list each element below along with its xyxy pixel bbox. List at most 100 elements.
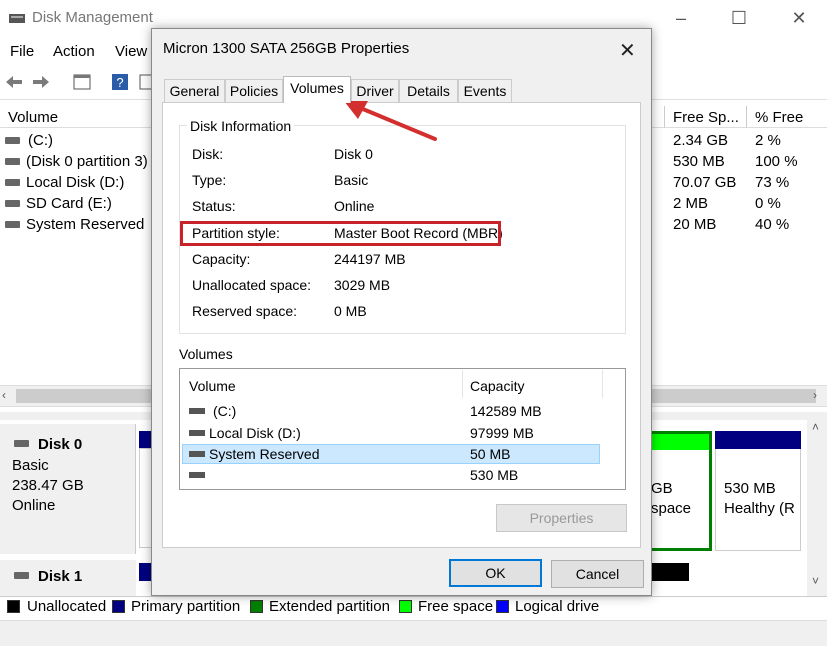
volume-row-pct: 73 % bbox=[755, 174, 790, 191]
tab-events[interactable]: Events bbox=[458, 79, 512, 102]
dialog-close-icon[interactable]: ✕ bbox=[619, 38, 636, 63]
legend-swatch-free bbox=[399, 600, 412, 613]
legend-label: Free space bbox=[418, 598, 494, 615]
ok-button[interactable]: OK bbox=[449, 559, 542, 587]
info-label: Reserved space: bbox=[192, 303, 298, 319]
drive-icon bbox=[5, 158, 20, 165]
info-value: Online bbox=[334, 198, 375, 214]
scroll-right-icon[interactable]: › bbox=[813, 388, 817, 402]
volumes-column-volume[interactable]: Volume bbox=[189, 378, 236, 394]
volume-name[interactable]: System Reserved bbox=[209, 446, 319, 462]
tab-policies[interactable]: Policies bbox=[225, 79, 283, 102]
partition-panel-size: GB bbox=[651, 480, 673, 497]
volume-row-name[interactable]: System Reserved bbox=[26, 216, 144, 233]
minimize-button[interactable]: – bbox=[666, 6, 696, 30]
volume-row-name[interactable]: SD Card (E:) bbox=[26, 195, 112, 212]
drive-icon bbox=[5, 221, 20, 228]
disk-information-title: Disk Information bbox=[187, 118, 295, 134]
close-window-button[interactable]: ✕ bbox=[784, 6, 814, 30]
volume-row-name[interactable]: (Disk 0 partition 3) bbox=[26, 153, 148, 170]
legend-swatch-primary bbox=[112, 600, 125, 613]
volume-row-name[interactable]: Local Disk (D:) bbox=[26, 174, 124, 191]
info-value: 244197 MB bbox=[334, 251, 406, 267]
help-icon[interactable]: ? bbox=[110, 72, 130, 92]
disk0-name: Disk 0 bbox=[38, 436, 83, 453]
vertical-scrollbar[interactable] bbox=[807, 420, 827, 596]
volume-capacity: 142589 MB bbox=[470, 403, 542, 419]
drive-icon bbox=[189, 451, 205, 457]
info-label: Status: bbox=[192, 198, 236, 214]
partition-style-highlight bbox=[180, 221, 501, 246]
scroll-left-icon[interactable]: ‹ bbox=[2, 388, 6, 402]
volume-row-pct: 40 % bbox=[755, 216, 790, 233]
legend-label: Logical drive bbox=[515, 598, 600, 615]
column-free-space[interactable]: Free Sp... bbox=[673, 109, 739, 126]
disk0-size: 238.47 GB bbox=[12, 477, 84, 494]
info-value: 3029 MB bbox=[334, 277, 391, 293]
disk-management-icon bbox=[9, 14, 25, 23]
drive-icon bbox=[5, 179, 20, 186]
free-space-bar bbox=[651, 434, 709, 450]
legend-label: Primary partition bbox=[131, 598, 241, 615]
forward-arrow-icon[interactable] bbox=[31, 72, 51, 92]
volume-row-pct: 0 % bbox=[755, 195, 781, 212]
disk-icon bbox=[14, 440, 29, 447]
volume-properties-button[interactable]: Properties bbox=[496, 504, 627, 532]
menu-file[interactable]: File bbox=[10, 43, 34, 60]
menu-action[interactable]: Action bbox=[53, 43, 95, 60]
drive-icon bbox=[189, 472, 205, 478]
svg-text:?: ? bbox=[116, 75, 123, 90]
volume-name[interactable]: (C:) bbox=[213, 403, 236, 419]
info-label: Capacity: bbox=[192, 251, 251, 267]
drive-icon bbox=[189, 430, 205, 436]
main-window-title: Disk Management bbox=[32, 9, 153, 26]
legend-swatch-extended bbox=[250, 600, 263, 613]
annotation-arrow-icon bbox=[344, 101, 437, 141]
disk0-status: Online bbox=[12, 497, 56, 514]
volume-row-pct: 100 % bbox=[755, 153, 798, 170]
volume-row-free: 70.07 GB bbox=[673, 174, 737, 191]
partition-size: 530 MB bbox=[724, 480, 776, 497]
volume-row-pct: 2 % bbox=[755, 132, 781, 149]
column-divider[interactable] bbox=[664, 106, 665, 128]
maximize-button[interactable]: ☐ bbox=[724, 6, 754, 30]
info-label: Unallocated space: bbox=[192, 277, 312, 293]
disk-icon bbox=[14, 572, 29, 579]
drive-icon bbox=[5, 200, 20, 207]
partition-panel-status: space bbox=[651, 500, 692, 517]
legend-swatch-logical bbox=[496, 600, 509, 613]
properties-icon[interactable] bbox=[72, 72, 92, 92]
disk1-name: Disk 1 bbox=[38, 568, 83, 585]
info-value: Basic bbox=[334, 172, 369, 188]
menu-view[interactable]: View bbox=[115, 43, 147, 60]
primary-partition-bar bbox=[715, 431, 801, 449]
dialog-title: Micron 1300 SATA 256GB Properties bbox=[163, 40, 410, 57]
cancel-button[interactable]: Cancel bbox=[551, 560, 644, 588]
column-volume[interactable]: Volume bbox=[8, 109, 58, 126]
volume-capacity: 50 MB bbox=[470, 446, 511, 462]
column-pct-free[interactable]: % Free bbox=[755, 109, 803, 126]
volume-row-name[interactable]: (C:) bbox=[28, 132, 53, 149]
volume-row-free: 2 MB bbox=[673, 195, 709, 212]
volume-row-free: 530 MB bbox=[673, 153, 725, 170]
info-value: Disk 0 bbox=[334, 146, 373, 162]
info-label: Type: bbox=[192, 172, 227, 188]
legend-label: Extended partition bbox=[269, 598, 390, 615]
info-label: Disk: bbox=[192, 146, 224, 162]
legend-swatch-unallocated bbox=[7, 600, 20, 613]
back-arrow-icon[interactable] bbox=[4, 72, 24, 92]
tab-general[interactable]: General bbox=[164, 79, 225, 102]
volume-capacity: 97999 MB bbox=[470, 425, 534, 441]
tab-volumes[interactable]: Volumes bbox=[283, 76, 351, 103]
column-divider[interactable] bbox=[746, 106, 747, 128]
scroll-up-icon[interactable]: ˄ bbox=[812, 420, 819, 434]
volume-name[interactable]: Local Disk (D:) bbox=[209, 425, 301, 441]
column-divider[interactable] bbox=[602, 370, 603, 398]
volumes-group-label: Volumes bbox=[179, 346, 233, 362]
scroll-down-icon[interactable]: ˅ bbox=[812, 574, 819, 588]
info-value: 0 MB bbox=[334, 303, 367, 319]
drive-icon bbox=[189, 408, 205, 414]
volumes-column-capacity[interactable]: Capacity bbox=[470, 378, 524, 394]
column-divider[interactable] bbox=[462, 370, 463, 398]
status-bar bbox=[0, 620, 827, 646]
